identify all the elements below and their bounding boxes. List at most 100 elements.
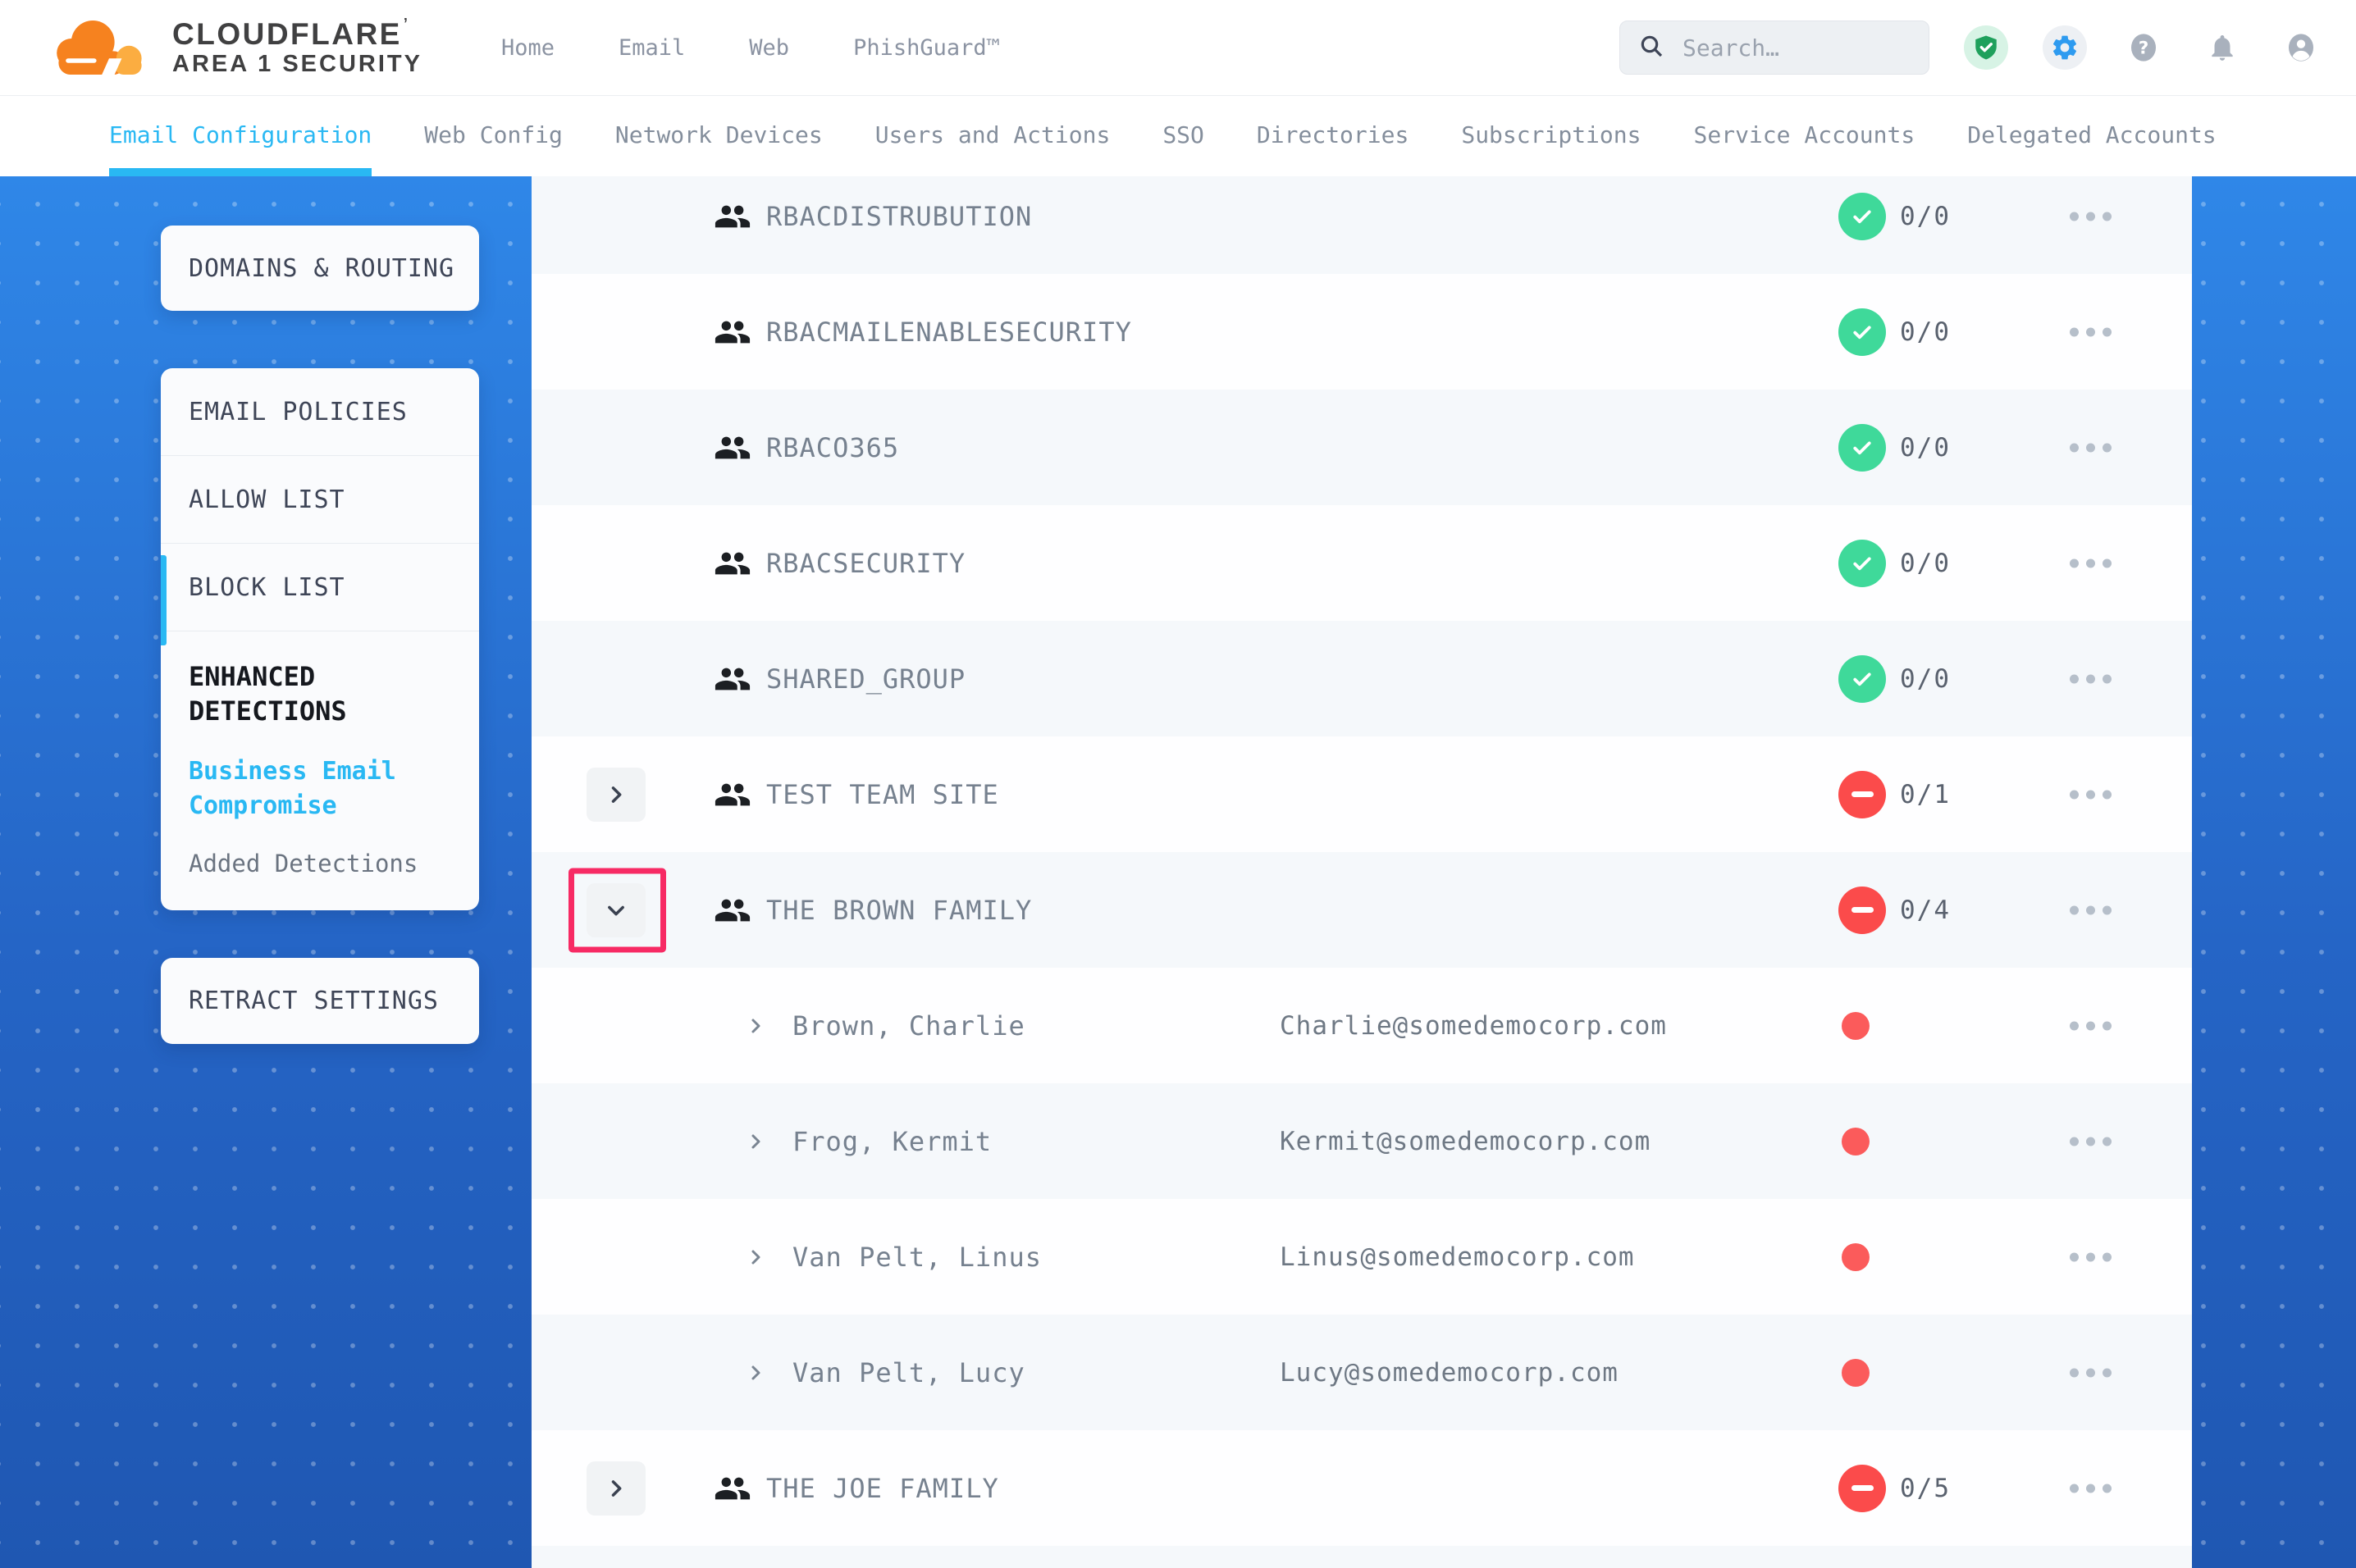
member-name: Brown, Charlie [792,1010,1025,1042]
member-name: Van Pelt, Lucy [792,1357,1025,1388]
nav-email[interactable]: Email [619,35,685,61]
member-count: 0/0 [1900,549,1951,578]
shield-check-icon [1972,34,2000,62]
row-actions-button[interactable] [2070,327,2112,336]
expand-group-button[interactable] [587,768,646,822]
expand-group-button[interactable] [587,883,646,937]
tab-web-config[interactable]: Web Config [424,96,563,176]
svg-text:?: ? [2139,39,2149,59]
row-actions-button[interactable] [2070,1484,2112,1493]
settings-button[interactable] [2043,25,2087,70]
brand-line2: AREA 1 SECURITY [172,51,422,77]
row-actions-button[interactable] [2070,674,2112,683]
nav-web[interactable]: Web [749,35,789,61]
nav-home[interactable]: Home [501,35,555,61]
group-row: RBACMAILENABLESECURITY 0/0 [532,274,2192,390]
member-status-dot [1842,1012,1870,1040]
member-status-dot [1842,1128,1870,1155]
sidebar-item-domains-routing[interactable]: DOMAINS & ROUTING [161,226,479,311]
group-row: RBACSECURITY 0/0 [532,505,2192,621]
tab-sso[interactable]: SSO [1162,96,1204,176]
member-status-dot [1842,1359,1870,1387]
group-row: SHARED_GROUP 0/0 [532,621,2192,736]
chevron-right-icon[interactable] [745,1247,766,1268]
tab-directories[interactable]: Directories [1257,96,1409,176]
sidebar-item-email-policies[interactable]: EMAIL POLICIES [161,368,479,456]
sidebar-item-block-list[interactable]: BLOCK LIST [161,544,479,631]
status-badge [1838,308,1886,356]
member-name: Van Pelt, Linus [792,1242,1042,1273]
minus-icon [1851,1485,1874,1491]
group-icon [714,313,751,351]
member-row: Frog, Kermit Kermit@somedemocorp.com [532,1083,2192,1199]
group-row: TEST TEAM SITE 0/1 [532,736,2192,852]
search-input[interactable] [1681,34,1911,62]
row-actions-button[interactable] [2070,212,2112,221]
sidebar-item-allow-list[interactable]: ALLOW LIST [161,456,479,544]
member-row: Van Pelt, Linus Linus@somedemocorp.com [532,1199,2192,1315]
sidebar-enhanced-detections-section: ENHANCED DETECTIONS Business Email Compr… [161,631,479,910]
member-email: Charlie@somedemocorp.com [1280,1011,1667,1041]
row-actions-button[interactable] [2070,1137,2112,1146]
member-count: 0/1 [1900,780,1951,809]
security-status-button[interactable] [1964,25,2008,70]
sidebar-item-retract-settings[interactable]: RETRACT SETTINGS [161,958,479,1044]
search-box[interactable] [1619,21,1929,75]
row-actions-button[interactable] [2070,790,2112,799]
help-button[interactable]: ? [2121,25,2166,70]
header-actions: ? [1619,21,2323,75]
brand-line1: CLOUDFLARE [172,17,402,51]
chevron-right-icon[interactable] [745,1362,766,1383]
brand-trademark: ’ [404,16,410,32]
account-button[interactable] [2279,25,2323,70]
row-actions-button[interactable] [2070,905,2112,914]
group-name: RBACMAILENABLESECURITY [766,317,1132,348]
member-row: Brown, Charlie Charlie@somedemocorp.com [532,968,2192,1083]
tab-service-accounts[interactable]: Service Accounts [1694,96,1915,176]
tab-network-devices[interactable]: Network Devices [615,96,823,176]
search-icon [1638,33,1664,62]
chevron-right-icon[interactable] [745,1015,766,1037]
status-badge [1838,771,1886,818]
sidebar-item-added-detections[interactable]: Added Detections [189,850,456,877]
member-name: Frog, Kermit [792,1126,992,1157]
row-actions-button[interactable] [2070,1021,2112,1030]
group-row: THE JOE FAMILY 0/5 [532,1430,2192,1546]
expand-group-button[interactable] [587,1461,646,1516]
status-badge [1838,1465,1886,1512]
tab-delegated-accounts[interactable]: Delegated Accounts [1967,96,2216,176]
notifications-button[interactable] [2200,25,2244,70]
group-row: RBACDISTRUBUTION 0/0 [532,176,2192,274]
check-icon [1850,551,1874,576]
config-tabs: Email Configuration Web Config Network D… [0,96,2356,176]
row-actions-button[interactable] [2070,443,2112,452]
row-actions-button[interactable] [2070,1252,2112,1261]
group-name: THE BROWN FAMILY [766,895,1032,926]
group-icon [714,776,751,814]
tab-email-configuration[interactable]: Email Configuration [109,96,372,176]
content-area: DOMAINS & ROUTING EMAIL POLICIES ALLOW L… [0,176,2356,1568]
block-list-label: BLOCK LIST [189,573,345,602]
group-icon [714,660,751,698]
tab-subscriptions[interactable]: Subscriptions [1461,96,1641,176]
row-actions-button[interactable] [2070,1368,2112,1377]
member-count: 0/0 [1900,433,1951,463]
sidebar-item-business-email-compromise[interactable]: Business Email Compromise [189,754,435,823]
chevron-right-icon[interactable] [745,1131,766,1152]
group-name: RBACO365 [766,432,899,463]
row-actions-button[interactable] [2070,558,2112,567]
account-icon [2285,31,2317,64]
status-badge [1838,540,1886,587]
email-policies-label: EMAIL POLICIES [189,398,408,426]
group-name: SHARED_GROUP [766,663,966,695]
member-email: Lucy@somedemocorp.com [1280,1358,1619,1388]
groups-table: RBACDISTRUBUTION 0/0 RBACMAILENABLESECUR… [532,176,2192,1568]
tab-users-and-actions[interactable]: Users and Actions [875,96,1111,176]
minus-icon [1851,791,1874,797]
cloudflare-logo[interactable]: CLOUDFLARE ’ AREA 1 SECURITY [46,11,422,84]
group-name: TEST TEAM SITE [766,779,999,810]
nav-phishguard[interactable]: PhishGuard™ [853,35,1000,61]
bell-icon [2207,32,2238,63]
app-window: CLOUDFLARE ’ AREA 1 SECURITY Home Email … [0,0,2356,1568]
check-icon [1850,320,1874,344]
